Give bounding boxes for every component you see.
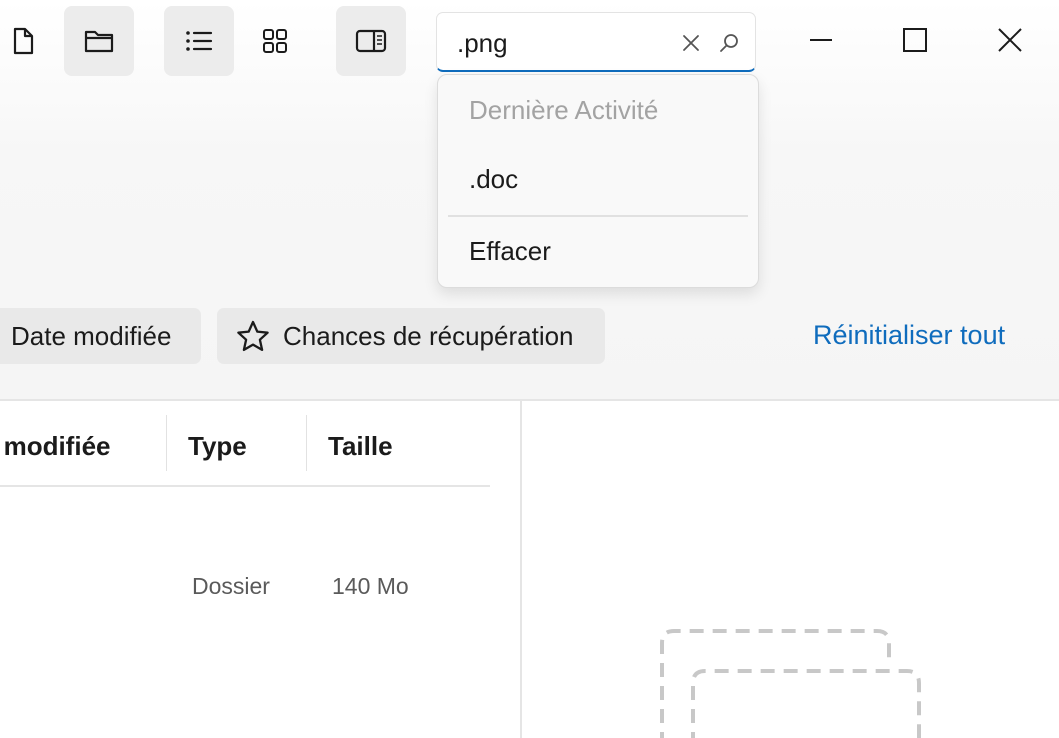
minimize-icon bbox=[810, 39, 832, 41]
close-window-button[interactable] bbox=[985, 14, 1035, 66]
search-submit-button[interactable] bbox=[715, 29, 743, 57]
search-suggestions-dropdown: Dernière Activité .doc Effacer bbox=[437, 74, 759, 288]
star-icon bbox=[237, 320, 269, 352]
search-input[interactable] bbox=[457, 27, 677, 59]
empty-preview-icon bbox=[660, 629, 921, 738]
open-folder-button[interactable] bbox=[64, 6, 134, 76]
suggestion-label: .doc bbox=[469, 163, 519, 194]
recent-activity-heading: Dernière Activité bbox=[469, 95, 659, 125]
filter-chip-recovery-chances[interactable]: Chances de récupération bbox=[217, 308, 605, 364]
reset-all-link[interactable]: Réinitialiser tout bbox=[813, 320, 1005, 351]
search-clear-button[interactable] bbox=[677, 29, 705, 57]
maximize-icon bbox=[903, 28, 927, 52]
new-file-button[interactable] bbox=[0, 6, 58, 76]
folder-icon bbox=[84, 30, 114, 53]
file-list-pane: Date modifiée Type Taille Dossier 140 Mo bbox=[0, 401, 520, 738]
filter-chip-label: Chances de récupération bbox=[283, 320, 574, 351]
maximize-button[interactable] bbox=[890, 14, 940, 66]
new-file-icon bbox=[13, 27, 34, 55]
filter-chip-date-modified[interactable]: Date modifiée bbox=[0, 308, 201, 364]
grid-view-icon bbox=[263, 29, 287, 53]
list-view-button[interactable] bbox=[164, 6, 234, 76]
clear-history-button[interactable]: Effacer bbox=[446, 223, 750, 279]
column-separator[interactable] bbox=[306, 415, 307, 471]
dropdown-divider bbox=[448, 215, 748, 217]
close-icon bbox=[998, 28, 1022, 52]
column-header-date-modified[interactable]: Date modifiée bbox=[0, 431, 111, 462]
column-separator[interactable] bbox=[166, 415, 167, 471]
column-header-size[interactable]: Taille bbox=[328, 431, 393, 462]
minimize-button[interactable] bbox=[796, 14, 846, 66]
filter-chip-label: Date modifiée bbox=[11, 320, 172, 351]
preview-pane bbox=[522, 401, 1059, 738]
suggestion-item[interactable]: .doc bbox=[446, 151, 750, 207]
cell-type: Dossier bbox=[192, 573, 270, 599]
search-icon bbox=[720, 34, 738, 52]
preview-pane-icon bbox=[355, 29, 387, 53]
table-header-divider bbox=[0, 485, 490, 487]
cell-size: 140 Mo bbox=[332, 573, 409, 599]
close-icon bbox=[683, 35, 699, 51]
file-recovery-window: Date modifiée Chances de récupération Ré… bbox=[0, 0, 1059, 738]
list-view-icon bbox=[186, 31, 213, 51]
preview-pane-button[interactable] bbox=[336, 6, 406, 76]
grid-view-button[interactable] bbox=[240, 6, 310, 76]
clear-history-label: Effacer bbox=[469, 235, 551, 266]
column-header-type[interactable]: Type bbox=[188, 431, 247, 462]
search-box[interactable] bbox=[436, 12, 756, 72]
